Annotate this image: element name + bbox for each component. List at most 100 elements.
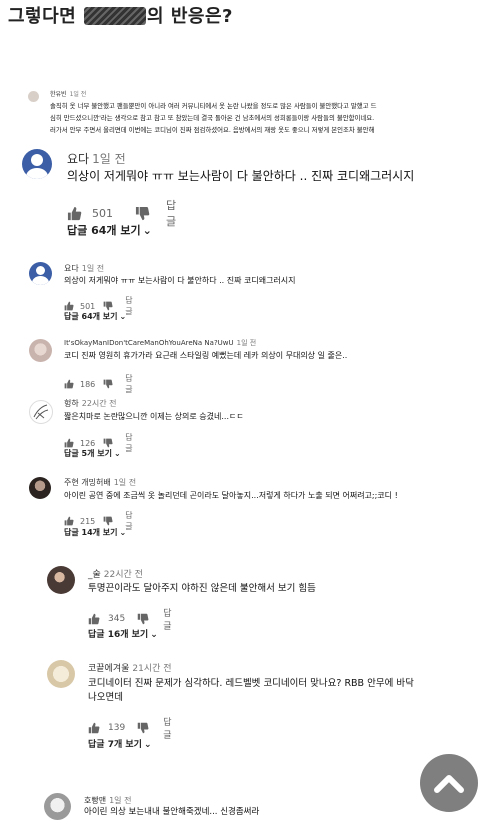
view-replies-button[interactable]: 답글 5개 보기 ⌄ [64, 448, 121, 459]
like-count: 186 [80, 379, 96, 389]
comment-time: 1일 전 [81, 264, 105, 273]
post-title: 그렇다면 의 반응은? [8, 2, 233, 28]
comment-text: 의상이 저게뭐야 ㅠㅠ 보는사람이 다 불안하다 .. 진짜 코디왜그러시지 [64, 276, 296, 285]
chevron-down-icon: ⌄ [143, 740, 152, 750]
comment-author[interactable]: 헝하 22시간 전 [64, 398, 117, 409]
avatar[interactable] [28, 91, 39, 102]
reply-button[interactable]: 답글 [125, 432, 132, 454]
chevron-down-icon: ⌄ [113, 449, 121, 458]
like-count: 345 [108, 614, 126, 624]
comment-text-line: 심히 만드셨으니깐'라는 생각으로 참고 참고 또 참았는데 결국 돌아온 건 … [50, 114, 375, 122]
author-name: 요다 [67, 152, 90, 166]
comment-text: 아이린 공연 중에 조금씩 옷 놀리던데 곤이라도 달아놓지...저렇게 하다가… [64, 491, 398, 500]
comment-time: 22시간 전 [81, 399, 117, 408]
comment-text: 투명끈이라도 달아주지 야하진 않은데 불안해서 보기 힘듬 [88, 583, 316, 594]
view-replies-button[interactable]: 답글 7개 보기 ⌄ [88, 737, 151, 750]
author-name: 코끝에겨울 [88, 664, 130, 674]
chevron-down-icon: ⌄ [119, 312, 127, 321]
chevron-down-icon: ⌄ [119, 528, 127, 537]
like-button[interactable] [64, 301, 74, 311]
author-name: 호빵맨 [84, 796, 107, 805]
like-count: 501 [92, 206, 113, 220]
comment-text-line: 나오면데 [88, 692, 123, 703]
reply-button[interactable]: 답글 [166, 197, 176, 229]
comment-time: 1일 전 [236, 339, 257, 347]
like-count: 139 [108, 723, 126, 733]
view-replies-label: 답글 16개 보기 [88, 630, 149, 640]
comment-author[interactable]: 요다 1일 전 [67, 150, 126, 167]
comment-text: 짧은치마로 논란많으니깐 이제는 상의로 승겼네...ㄷㄷ [64, 412, 244, 421]
like-button[interactable] [67, 206, 82, 221]
like-button[interactable] [88, 722, 100, 734]
like-button[interactable] [64, 379, 74, 389]
like-count: 126 [80, 438, 96, 448]
comment-text-line: 러가서 안무 주면서 올리면데 이번에는 코디님이 진짜 점검하셨어요. 음방에… [50, 126, 375, 134]
view-replies-button[interactable]: 답글 64개 보기 ⌄ [64, 311, 126, 322]
like-button[interactable] [88, 613, 100, 625]
comment-author[interactable]: 호빵맨 1일 전 [84, 795, 131, 806]
avatar[interactable] [29, 400, 53, 424]
reply-button[interactable]: 답글 [125, 295, 132, 317]
dislike-button[interactable] [103, 379, 113, 389]
comment-time: 1일 전 [69, 91, 87, 98]
chevron-up-icon [434, 775, 464, 793]
avatar[interactable] [47, 660, 75, 688]
comment-time: 1일 전 [109, 796, 132, 805]
like-button[interactable] [64, 516, 74, 526]
comment-text-line: 코디네이터 진짜 문제가 심각하다. 레드벨벳 코디네이터 맞나요? RBB 안… [88, 678, 414, 689]
author-name: It'sOkayManIDon'tCareManOhYouAreNa Na?Uw… [64, 339, 234, 347]
view-replies-label: 답글 64개 보기 [67, 224, 141, 237]
post-title-prefix: 그렇다면 [8, 6, 84, 27]
dislike-button[interactable] [103, 438, 113, 448]
comment-text: 아이린 의상 보는내내 불안해죽겠네... 신경좀써라 [84, 807, 260, 817]
comment-author[interactable]: 한유빈 1일 전 [50, 89, 86, 98]
reply-button[interactable]: 답글 [163, 715, 171, 741]
avatar[interactable] [22, 149, 52, 179]
author-name: _술 [88, 570, 101, 580]
reply-button[interactable]: 답글 [125, 373, 132, 395]
view-replies-label: 답글 64개 보기 [64, 312, 118, 321]
view-replies-button[interactable]: 답글 14개 보기 ⌄ [64, 527, 126, 538]
avatar[interactable] [29, 262, 52, 285]
comment-author[interactable]: _술 22시간 전 [88, 567, 143, 580]
view-replies-button[interactable]: 답글 64개 보기 ⌄ [67, 222, 152, 238]
comment-text: 코디 진짜 영원히 휴가가라 요근래 스타일링 예뻤는데 레카 의상이 무대의상… [64, 351, 348, 360]
comment-text: 의상이 저게뭐야 ㅠㅠ 보는사람이 다 불안하다 .. 진짜 코디왜그러시지 [67, 169, 415, 183]
sketch-icon [33, 404, 49, 420]
author-name: 한유빈 [50, 91, 67, 98]
comment-time: 1일 전 [113, 478, 137, 487]
comment-time: 21시간 전 [132, 664, 172, 674]
post-title-suffix: 의 반응은? [147, 6, 233, 27]
avatar[interactable] [44, 793, 71, 820]
dislike-button[interactable] [103, 516, 113, 526]
comment-author[interactable]: It'sOkayManIDon'tCareManOhYouAreNa Na?Uw… [64, 338, 256, 348]
view-replies-label: 답글 7개 보기 [88, 740, 142, 750]
avatar[interactable] [47, 566, 75, 594]
view-replies-label: 답글 14개 보기 [64, 528, 118, 537]
like-count: 501 [80, 301, 96, 311]
author-name: 헝하 [64, 399, 79, 408]
comment-text-line: 솔직히 옷 너무 불안했고 팬들뿐만이 아니라 여러 커뮤니티에서 옷 논란 나… [50, 102, 377, 110]
dislike-button[interactable] [137, 613, 149, 625]
comment-time: 22시간 전 [103, 570, 143, 580]
like-count: 215 [80, 516, 96, 526]
author-name: 주현 개밍허배 [64, 478, 111, 487]
comment-time: 1일 전 [92, 152, 126, 166]
view-replies-label: 답글 5개 보기 [64, 449, 112, 458]
avatar[interactable] [29, 477, 51, 499]
dislike-button[interactable] [135, 206, 150, 221]
dislike-button[interactable] [137, 722, 149, 734]
chevron-down-icon: ⌄ [142, 224, 152, 237]
avatar[interactable] [29, 339, 52, 362]
dislike-button[interactable] [103, 301, 113, 311]
comment-author[interactable]: 코끝에겨울 21시간 전 [88, 661, 172, 674]
author-name: 요다 [64, 264, 79, 273]
redacted-name-scribble [84, 7, 147, 25]
comment-author[interactable]: 주현 개밍허배 1일 전 [64, 477, 136, 488]
comment-author[interactable]: 요다 1일 전 [64, 263, 104, 274]
scroll-to-top-button[interactable] [420, 754, 478, 812]
reply-button[interactable]: 답글 [163, 606, 171, 632]
reply-button[interactable]: 답글 [125, 510, 132, 532]
like-button[interactable] [64, 438, 74, 448]
view-replies-button[interactable]: 답글 16개 보기 ⌄ [88, 627, 158, 640]
